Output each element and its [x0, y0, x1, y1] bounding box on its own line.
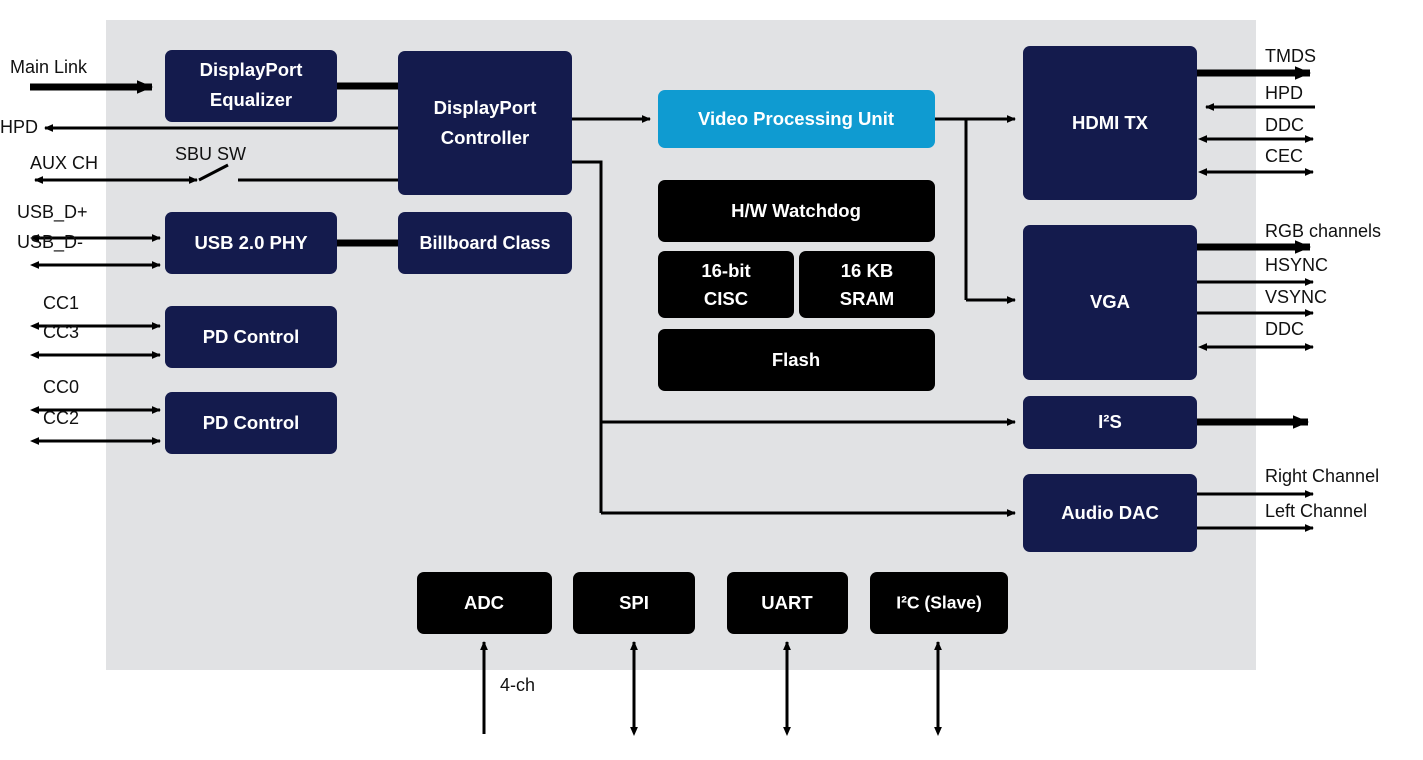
signal-label-aux-ch: AUX CH	[30, 153, 98, 173]
signal-label-hpd-out: HPD	[1265, 83, 1303, 103]
block-i2s[interactable]: I²S	[1023, 396, 1197, 449]
block-label-spi: SPI	[619, 592, 649, 613]
block-label-uart: UART	[761, 592, 813, 613]
block-label-hw-watchdog: H/W Watchdog	[731, 200, 861, 221]
block-vga[interactable]: VGA	[1023, 225, 1197, 380]
system-block-diagram: DisplayPort Equalizer DisplayPort Contro…	[0, 20, 1381, 736]
signal-label-left-channel: Left Channel	[1265, 501, 1367, 521]
block-sram-16kb[interactable]: 16 KB SRAM	[799, 251, 935, 318]
signal-label-main-link: Main Link	[10, 57, 88, 77]
block-label-pd-control-2: PD Control	[203, 412, 300, 433]
block-label-displayport-equalizer-line2: Equalizer	[210, 89, 292, 110]
block-cpu-16bit-cisc[interactable]: 16-bit CISC	[658, 251, 794, 318]
block-label-sram-16kb-line2: SRAM	[840, 288, 894, 309]
block-label-displayport-equalizer-line1: DisplayPort	[200, 59, 303, 80]
block-label-i2s: I²S	[1098, 411, 1122, 432]
signal-label-ddc-vga: DDC	[1265, 319, 1304, 339]
signal-label-usb-dp: USB_D+	[17, 202, 88, 223]
signal-label-cc0: CC0	[43, 377, 79, 397]
block-label-cpu-16bit-cisc-line1: 16-bit	[701, 260, 750, 281]
block-label-i2c-slave: I²C (Slave)	[896, 593, 982, 613]
block-label-flash: Flash	[772, 349, 820, 370]
signal-label-usb-dm: USB_D-	[17, 232, 83, 253]
signal-label-cc3: CC3	[43, 322, 79, 342]
annotation-sbu-sw: SBU SW	[175, 144, 246, 164]
block-label-sram-16kb-line1: 16 KB	[841, 260, 893, 281]
block-displayport-equalizer[interactable]: DisplayPort Equalizer	[165, 50, 337, 122]
block-diagram-root: DisplayPort Equalizer DisplayPort Contro…	[0, 0, 1423, 760]
block-hw-watchdog[interactable]: H/W Watchdog	[658, 180, 935, 242]
block-label-audio-dac: Audio DAC	[1061, 502, 1159, 523]
block-video-processing-unit[interactable]: Video Processing Unit	[658, 90, 935, 148]
signal-label-hsync: HSYNC	[1265, 255, 1328, 275]
block-displayport-controller[interactable]: DisplayPort Controller	[398, 51, 572, 195]
block-label-displayport-controller-line1: DisplayPort	[434, 97, 537, 118]
block-pd-control-1[interactable]: PD Control	[165, 306, 337, 368]
block-label-billboard-class: Billboard Class	[419, 233, 550, 253]
block-label-video-processing-unit: Video Processing Unit	[698, 108, 894, 129]
signal-label-tmds: TMDS	[1265, 46, 1316, 66]
block-label-vga: VGA	[1090, 291, 1130, 312]
signal-label-rgb-channels: RGB channels	[1265, 221, 1381, 241]
block-label-adc: ADC	[464, 592, 504, 613]
signal-label-cc2: CC2	[43, 408, 79, 428]
block-audio-dac[interactable]: Audio DAC	[1023, 474, 1197, 552]
block-label-usb-2-0-phy: USB 2.0 PHY	[194, 232, 308, 253]
signal-label-cec: CEC	[1265, 146, 1303, 166]
signal-label-hpd-in: HPD	[0, 117, 38, 137]
signal-label-right-channel: Right Channel	[1265, 466, 1379, 486]
signal-label-ddc-hdmi: DDC	[1265, 115, 1304, 135]
block-uart[interactable]: UART	[727, 572, 848, 634]
block-usb-2-0-phy[interactable]: USB 2.0 PHY	[165, 212, 337, 274]
signal-label-cc1: CC1	[43, 293, 79, 313]
block-spi[interactable]: SPI	[573, 572, 695, 634]
signal-label-adc-4ch: 4-ch	[500, 675, 535, 695]
block-pd-control-2[interactable]: PD Control	[165, 392, 337, 454]
block-label-cpu-16bit-cisc-line2: CISC	[704, 288, 748, 309]
block-i2c-slave[interactable]: I²C (Slave)	[870, 572, 1008, 634]
block-label-pd-control-1: PD Control	[203, 326, 300, 347]
signal-label-vsync: VSYNC	[1265, 287, 1327, 307]
block-flash[interactable]: Flash	[658, 329, 935, 391]
block-hdmi-tx[interactable]: HDMI TX	[1023, 46, 1197, 200]
block-billboard-class[interactable]: Billboard Class	[398, 212, 572, 274]
block-label-hdmi-tx: HDMI TX	[1072, 112, 1149, 133]
block-adc[interactable]: ADC	[417, 572, 552, 634]
block-label-displayport-controller-line2: Controller	[441, 127, 529, 148]
